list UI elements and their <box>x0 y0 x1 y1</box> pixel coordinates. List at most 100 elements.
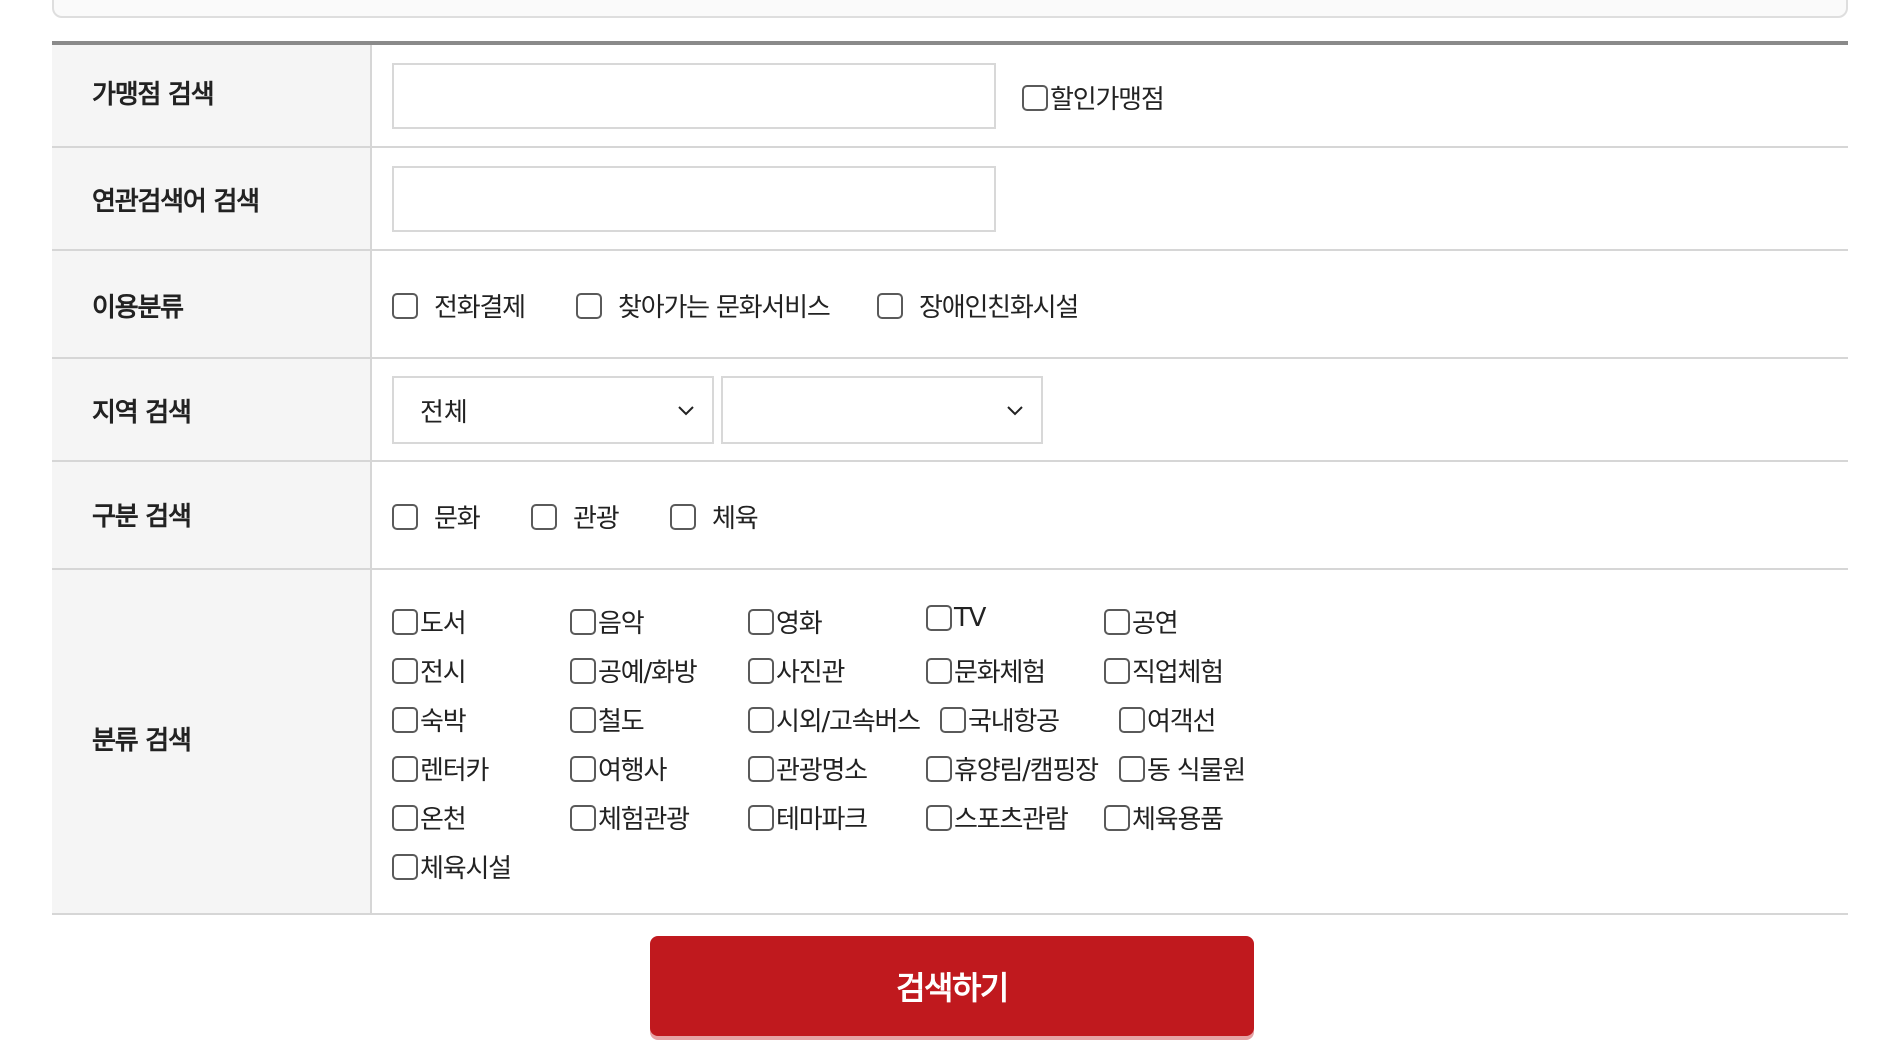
checkbox[interactable] <box>570 608 596 635</box>
row-label-region-search: 지역 검색 <box>52 359 372 460</box>
category-option[interactable]: 공예/화방 <box>570 652 698 689</box>
category-option[interactable]: 체육용품 <box>1104 799 1224 836</box>
checkbox[interactable] <box>576 292 602 319</box>
type-option-culture[interactable]: 문화 <box>392 498 481 535</box>
category-option[interactable]: 전시 <box>392 652 467 689</box>
row-body-store-search: 할인가맹점 <box>372 45 1848 146</box>
checkbox[interactable] <box>1104 608 1130 635</box>
search-form-table: 가맹점 검색 할인가맹점 연관검색어 검색 이용분류 전화결제 찾아가는 문화서… <box>52 41 1848 915</box>
category-option[interactable]: 관광명소 <box>748 750 868 787</box>
type-option-tourism[interactable]: 관광 <box>531 498 620 535</box>
option-label: 스포츠관람 <box>954 805 1069 835</box>
checkbox[interactable] <box>748 657 774 684</box>
category-option[interactable]: 여객선 <box>1119 701 1216 738</box>
category-option[interactable]: 음악 <box>570 603 645 640</box>
option-label: 전화결제 <box>434 293 526 323</box>
option-label: 도서 <box>420 609 467 639</box>
row-body-type-search: 문화 관광 체육 <box>372 462 1848 568</box>
option-label: 문화체험 <box>954 658 1046 688</box>
usage-option-phone-payment[interactable]: 전화결제 <box>392 287 526 324</box>
checkbox[interactable] <box>531 503 557 530</box>
checkbox[interactable] <box>392 503 418 530</box>
region-select-district[interactable] <box>721 376 1043 444</box>
top-panel <box>52 0 1848 18</box>
category-option[interactable]: TV <box>926 603 986 633</box>
checkbox[interactable] <box>748 804 774 831</box>
chevron-down-icon <box>1007 406 1023 416</box>
row-type-search: 구분 검색 문화 관광 체육 <box>52 462 1848 570</box>
checkbox[interactable] <box>392 706 418 733</box>
option-label: 찾아가는 문화서비스 <box>618 293 831 323</box>
row-body-keyword-search <box>372 148 1848 249</box>
discount-store-checkbox[interactable] <box>1022 84 1048 111</box>
checkbox[interactable] <box>570 657 596 684</box>
checkbox[interactable] <box>392 755 418 782</box>
row-region-search: 지역 검색 전체 <box>52 359 1848 462</box>
checkbox[interactable] <box>670 503 696 530</box>
checkbox[interactable] <box>940 706 966 733</box>
checkbox[interactable] <box>570 804 596 831</box>
category-option[interactable]: 숙박 <box>392 701 467 738</box>
category-option[interactable]: 문화체험 <box>926 652 1046 689</box>
row-label-category-search: 분류 검색 <box>52 570 372 913</box>
category-option[interactable]: 여행사 <box>570 750 667 787</box>
option-label: 국내항공 <box>968 707 1060 737</box>
search-button[interactable]: 검색하기 <box>650 936 1254 1036</box>
keyword-search-input[interactable] <box>392 166 996 232</box>
checkbox[interactable] <box>570 755 596 782</box>
category-option[interactable]: 공연 <box>1104 603 1179 640</box>
option-label: 공연 <box>1132 609 1179 639</box>
checkbox[interactable] <box>570 706 596 733</box>
option-label: 영화 <box>776 609 823 639</box>
option-label: 체육시설 <box>420 854 512 884</box>
region-select-province[interactable]: 전체 <box>392 376 714 444</box>
category-option[interactable]: 동 식물원 <box>1119 750 1246 787</box>
checkbox[interactable] <box>392 853 418 880</box>
checkbox[interactable] <box>392 292 418 319</box>
category-checkbox-grid: 도서 음악 영화 TV 공연 전시 공예/화방 사진관 문화체험 직업체험 숙박… <box>372 570 1848 913</box>
option-label: 사진관 <box>776 658 845 688</box>
checkbox[interactable] <box>926 755 952 782</box>
row-category-search: 분류 검색 도서 음악 영화 TV 공연 전시 공예/화방 사진관 문화체험 직… <box>52 570 1848 915</box>
checkbox[interactable] <box>392 804 418 831</box>
checkbox[interactable] <box>1104 657 1130 684</box>
option-label: 문화 <box>434 504 481 534</box>
checkbox[interactable] <box>392 657 418 684</box>
category-option[interactable]: 도서 <box>392 603 467 640</box>
row-keyword-search: 연관검색어 검색 <box>52 148 1848 251</box>
category-option[interactable]: 렌터카 <box>392 750 489 787</box>
category-option[interactable]: 휴양림/캠핑장 <box>926 750 1099 787</box>
row-label-keyword-search: 연관검색어 검색 <box>52 148 372 249</box>
checkbox[interactable] <box>926 605 952 631</box>
category-option[interactable]: 스포츠관람 <box>926 799 1069 836</box>
category-option[interactable]: 철도 <box>570 701 645 738</box>
checkbox[interactable] <box>1119 755 1145 782</box>
checkbox[interactable] <box>392 608 418 635</box>
checkbox[interactable] <box>1104 804 1130 831</box>
store-search-input[interactable] <box>392 63 996 129</box>
checkbox[interactable] <box>877 292 903 319</box>
category-option[interactable]: 체육시설 <box>392 848 512 885</box>
checkbox[interactable] <box>1119 706 1145 733</box>
category-option[interactable]: 사진관 <box>748 652 845 689</box>
category-option[interactable]: 직업체험 <box>1104 652 1224 689</box>
category-option[interactable]: 체험관광 <box>570 799 690 836</box>
category-option[interactable]: 온천 <box>392 799 467 836</box>
option-label: 여객선 <box>1147 707 1216 737</box>
option-label: 장애인친화시설 <box>919 293 1079 323</box>
category-option[interactable]: 시외/고속버스 <box>748 701 921 738</box>
category-option[interactable]: 국내항공 <box>940 701 1060 738</box>
checkbox[interactable] <box>926 657 952 684</box>
category-option[interactable]: 영화 <box>748 603 823 640</box>
checkbox[interactable] <box>926 804 952 831</box>
checkbox[interactable] <box>748 755 774 782</box>
option-label: 여행사 <box>598 756 667 786</box>
checkbox[interactable] <box>748 608 774 635</box>
discount-store-checkbox-item[interactable]: 할인가맹점 <box>1022 79 1165 116</box>
checkbox[interactable] <box>748 706 774 733</box>
usage-option-visiting-culture-service[interactable]: 찾아가는 문화서비스 <box>576 287 831 324</box>
category-option[interactable]: 테마파크 <box>748 799 868 836</box>
option-label: 온천 <box>420 805 467 835</box>
usage-option-disability-friendly[interactable]: 장애인친화시설 <box>877 287 1079 324</box>
type-option-sports[interactable]: 체육 <box>670 498 759 535</box>
